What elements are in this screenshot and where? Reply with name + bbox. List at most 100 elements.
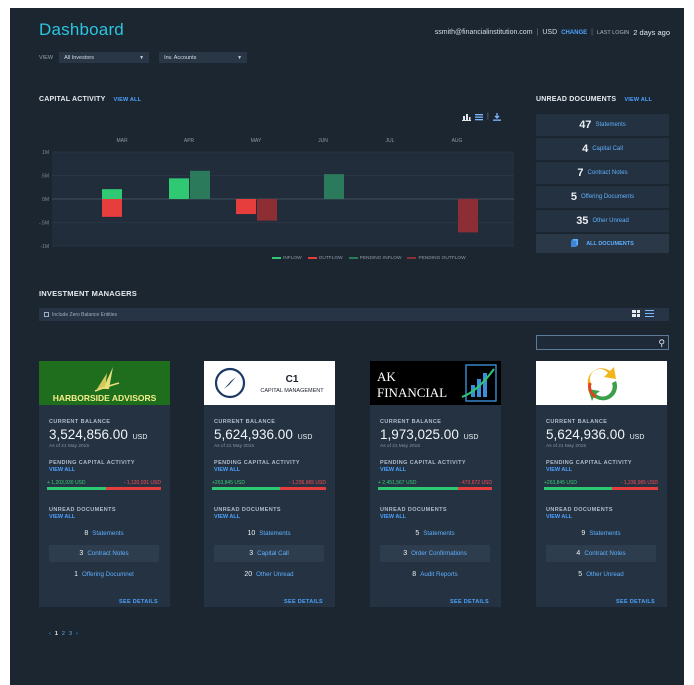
investor-select[interactable]: All Investors ▼ xyxy=(59,52,150,63)
unread-view-all-link[interactable]: VIEW ALL xyxy=(49,514,75,520)
all-documents-button[interactable]: ALL DOCUMENTS xyxy=(536,234,669,253)
unread-label: Capital Call xyxy=(592,146,623,152)
see-details-link[interactable]: SEE DETAILS xyxy=(119,599,158,605)
download-icon[interactable] xyxy=(492,113,501,123)
list-view-icon[interactable] xyxy=(475,113,483,123)
see-details-link[interactable]: SEE DETAILS xyxy=(616,599,655,605)
pending-view-all-link[interactable]: VIEW ALL xyxy=(214,467,240,473)
pending-view-all-link[interactable]: VIEW ALL xyxy=(49,467,75,473)
account-select[interactable]: Inv. Accounts ▼ xyxy=(159,52,248,63)
view-filter-row: VIEW All Investors ▼ Inv. Accounts ▼ xyxy=(39,52,248,63)
doc-count: 9 xyxy=(581,530,586,537)
doc-row[interactable]: 8 Audit Reports xyxy=(380,566,490,583)
x-tick-label: JUN xyxy=(318,138,328,144)
logo-subtext: FINANCIAL xyxy=(377,385,447,400)
doc-row[interactable]: 9 Statements xyxy=(546,525,656,542)
pending-view-all-link[interactable]: VIEW ALL xyxy=(546,467,572,473)
page-1-link[interactable]: 1 xyxy=(55,631,58,637)
pending-view-all-link[interactable]: VIEW ALL xyxy=(380,467,406,473)
doc-row[interactable]: 10 Statements xyxy=(214,525,324,542)
pagination: ‹ 1 2 3 › xyxy=(49,631,78,637)
pending-capital-activity-label: PENDING CAPITAL ACTIVITY xyxy=(49,460,135,466)
doc-label: Offering Documnet xyxy=(82,571,134,578)
unread-documents-panel: 47 Statements 4 Capital Call 7 Contract … xyxy=(536,114,669,253)
next-page-button[interactable]: › xyxy=(76,631,78,637)
prev-page-button[interactable]: ‹ xyxy=(49,631,51,637)
all-documents-label: ALL DOCUMENTS xyxy=(586,240,634,247)
unread-item-other-unread[interactable]: 35 Other Unread xyxy=(536,210,669,232)
chart-bar xyxy=(257,199,277,221)
c1-capital-logo: C1 CAPITAL MANAGEMENT xyxy=(204,361,335,405)
y-tick-label: 1M xyxy=(42,150,49,156)
balance-amount: 3,524,856.00 xyxy=(49,427,128,442)
unread-item-capital-call[interactable]: 4 Capital Call xyxy=(536,138,669,160)
chart-bar xyxy=(169,178,189,199)
doc-row[interactable]: 3 Contract Notes xyxy=(49,545,159,562)
doc-row[interactable]: 5 Statements xyxy=(380,525,490,542)
current-balance-value: 3,524,856.00 USD xyxy=(49,427,147,442)
legend-item: INFLOW xyxy=(272,256,302,261)
doc-row[interactable]: 20 Other Unread xyxy=(214,566,324,583)
page-3-link[interactable]: 3 xyxy=(69,631,72,637)
doc-count: 3 xyxy=(403,550,408,557)
current-balance-label: CURRENT BALANCE xyxy=(380,419,442,425)
pending-capital-activity-label: PENDING CAPITAL ACTIVITY xyxy=(546,460,632,466)
doc-row[interactable]: 3 Capital Call xyxy=(214,545,324,562)
doc-label: Other Unread xyxy=(256,571,294,578)
view-label: VIEW xyxy=(39,54,54,61)
investor-select-value: All Investors xyxy=(64,54,95,61)
investment-managers-title: INVESTMENT MANAGERS xyxy=(39,289,137,298)
unread-item-statements[interactable]: 47 Statements xyxy=(536,114,669,136)
unread-item-offering-documents[interactable]: 5 Offering Documents xyxy=(536,186,669,208)
see-details-link[interactable]: SEE DETAILS xyxy=(450,599,489,605)
unread-view-all-link[interactable]: VIEW ALL xyxy=(380,514,406,520)
doc-label: Statements xyxy=(92,530,124,537)
pending-outflow: - 473,672 USD xyxy=(458,480,492,486)
unread-view-all-link[interactable]: VIEW ALL xyxy=(546,514,572,520)
swirl-logo xyxy=(536,361,667,405)
doc-label: Statements xyxy=(589,530,621,537)
unread-documents-label: UNREAD DOCUMENTS xyxy=(380,507,447,513)
current-balance-value: 1,973,025.00 USD xyxy=(380,427,478,442)
list-view-icon[interactable] xyxy=(645,310,654,317)
change-currency-link[interactable]: CHANGE xyxy=(561,30,587,36)
x-tick-label: JUL xyxy=(386,138,395,144)
page-2-link[interactable]: 2 xyxy=(62,631,65,637)
unread-documents-view-all-link[interactable]: VIEW ALL xyxy=(624,97,652,103)
search-icon: ⚲ xyxy=(658,338,665,348)
legend-swatch xyxy=(407,256,417,259)
chart-bar xyxy=(102,199,122,217)
bar-chart-icon[interactable] xyxy=(462,113,471,123)
unread-item-contract-notes[interactable]: 7 Contract Notes xyxy=(536,162,669,184)
doc-count: 1 xyxy=(74,571,79,578)
doc-row[interactable]: 3 Order Confirmations xyxy=(380,545,490,562)
grid-view-icon[interactable] xyxy=(632,310,640,317)
doc-row[interactable]: 5 Other Unread xyxy=(546,566,656,583)
as-of-date: As of 21 May 2015 xyxy=(49,444,89,449)
doc-count: 8 xyxy=(412,571,417,578)
legend-label: OUTFLOW xyxy=(318,256,343,261)
doc-label: Statements xyxy=(423,530,455,537)
unread-view-all-link[interactable]: VIEW ALL xyxy=(214,514,240,520)
current-balance-value: 5,624,936.00 USD xyxy=(546,427,644,442)
chart-toolbar: | xyxy=(462,113,501,123)
y-tick-label: -1M xyxy=(40,244,49,250)
as-of-date: As of 21 May 2015 xyxy=(214,444,254,449)
current-balance-value: 5,624,936.00 USD xyxy=(214,427,312,442)
unread-count: 7 xyxy=(577,167,584,179)
chart-bar xyxy=(102,189,122,199)
capital-activity-view-all-link[interactable]: VIEW ALL xyxy=(114,97,142,103)
harborside-logo: HARBORSIDE ADVISORS xyxy=(39,361,170,405)
manager-card-ak-financial: AK FINANCIAL CURRENT BALANCE 1,973,025.0… xyxy=(370,361,501,607)
manager-search-input[interactable]: ⚲ xyxy=(536,335,669,350)
include-zero-balance-checkbox[interactable] xyxy=(44,312,49,317)
chart-bar xyxy=(324,174,344,199)
doc-row[interactable]: 1 Offering Documnet xyxy=(49,566,159,583)
doc-row[interactable]: 8 Statements xyxy=(49,525,159,542)
account-select-value: Inv. Accounts xyxy=(164,54,197,61)
doc-label: Contract Notes xyxy=(87,550,129,557)
capital-activity-title: CAPITAL ACTIVITY xyxy=(39,96,106,103)
see-details-link[interactable]: SEE DETAILS xyxy=(284,599,323,605)
dashboard-frame: Dashboard ssmith@financialinstitution.co… xyxy=(10,8,684,685)
doc-row[interactable]: 4 Contract Notes xyxy=(546,545,656,562)
